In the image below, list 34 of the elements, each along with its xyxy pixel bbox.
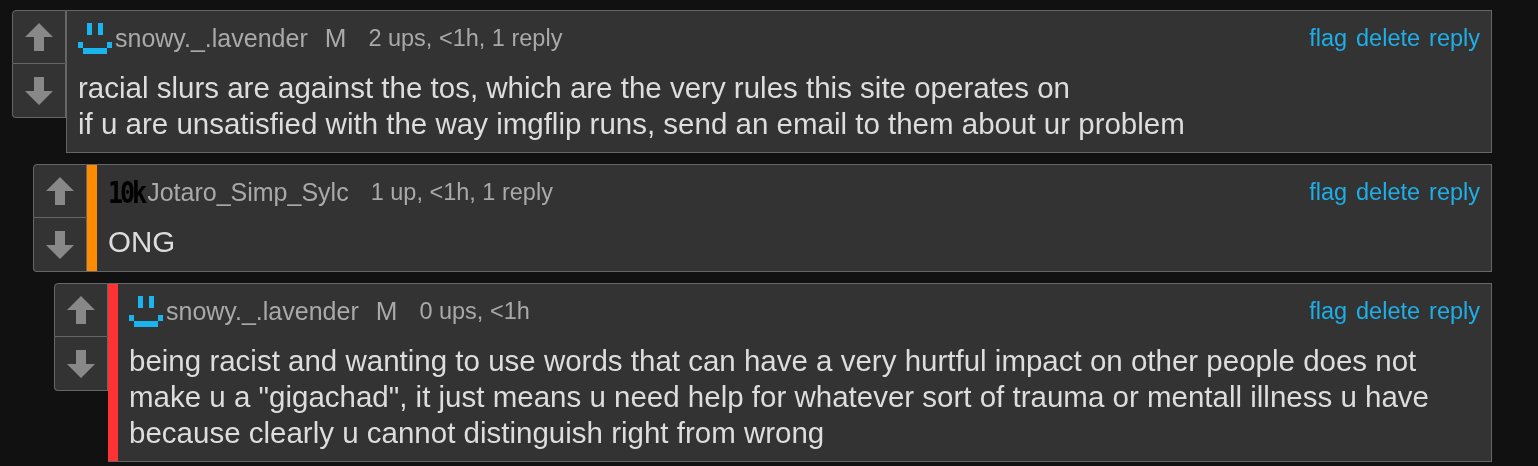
user-flair-label: M xyxy=(324,22,347,54)
comment-text: ONG xyxy=(108,224,177,260)
user-flair-label: M xyxy=(375,295,398,327)
comment-meta: 1 up, <1h, 1 reply xyxy=(370,178,553,206)
comment-text: being racist and wanting to use words that can have a very hurtful impact on other people does not make u a "gigachad", it just means u need help for whatever sort of trauma or mentall illness u have because clearly u cannot distinguish right from wrong xyxy=(129,343,1430,451)
action-link[interactable]: reply xyxy=(1429,297,1480,325)
action-link[interactable]: flag xyxy=(1309,24,1348,52)
smiley-icon xyxy=(78,22,112,54)
upvote-button[interactable] xyxy=(54,283,108,337)
downvote-button[interactable] xyxy=(54,337,108,391)
smiley-icon xyxy=(129,295,163,327)
action-link[interactable]: delete xyxy=(1356,297,1421,325)
action-link[interactable]: flag xyxy=(1309,178,1348,206)
downvote-button[interactable] xyxy=(12,64,66,118)
action-link[interactable]: reply xyxy=(1429,178,1480,206)
username-link[interactable]: snowy._.lavender xyxy=(115,23,308,53)
down-arrow-icon xyxy=(66,348,96,379)
down-arrow-icon xyxy=(24,75,54,106)
comment-meta: 2 ups, <1h, 1 reply xyxy=(368,24,563,52)
upvote-button[interactable] xyxy=(12,10,66,64)
up-arrow-icon xyxy=(24,22,54,52)
down-arrow-icon xyxy=(45,229,75,260)
action-link[interactable]: flag xyxy=(1309,297,1348,325)
up-arrow-icon xyxy=(45,176,75,206)
username-link[interactable]: Jotaro_Simp_Sylc xyxy=(147,177,349,207)
action-link[interactable]: delete xyxy=(1356,24,1421,52)
up-arrow-icon xyxy=(66,295,96,325)
action-link[interactable]: reply xyxy=(1429,24,1480,52)
downvote-button[interactable] xyxy=(33,218,87,272)
comment-meta: 0 ups, <1h xyxy=(419,297,530,325)
action-link[interactable]: delete xyxy=(1356,178,1421,206)
upvote-button[interactable] xyxy=(33,164,87,218)
username-link[interactable]: snowy._.lavender xyxy=(166,296,359,326)
comment-text: racial slurs are against the tos, which are the very rules this site operates on if u are unsatisfied with the way imgflip runs, send an email to them about ur problem xyxy=(78,70,1186,142)
